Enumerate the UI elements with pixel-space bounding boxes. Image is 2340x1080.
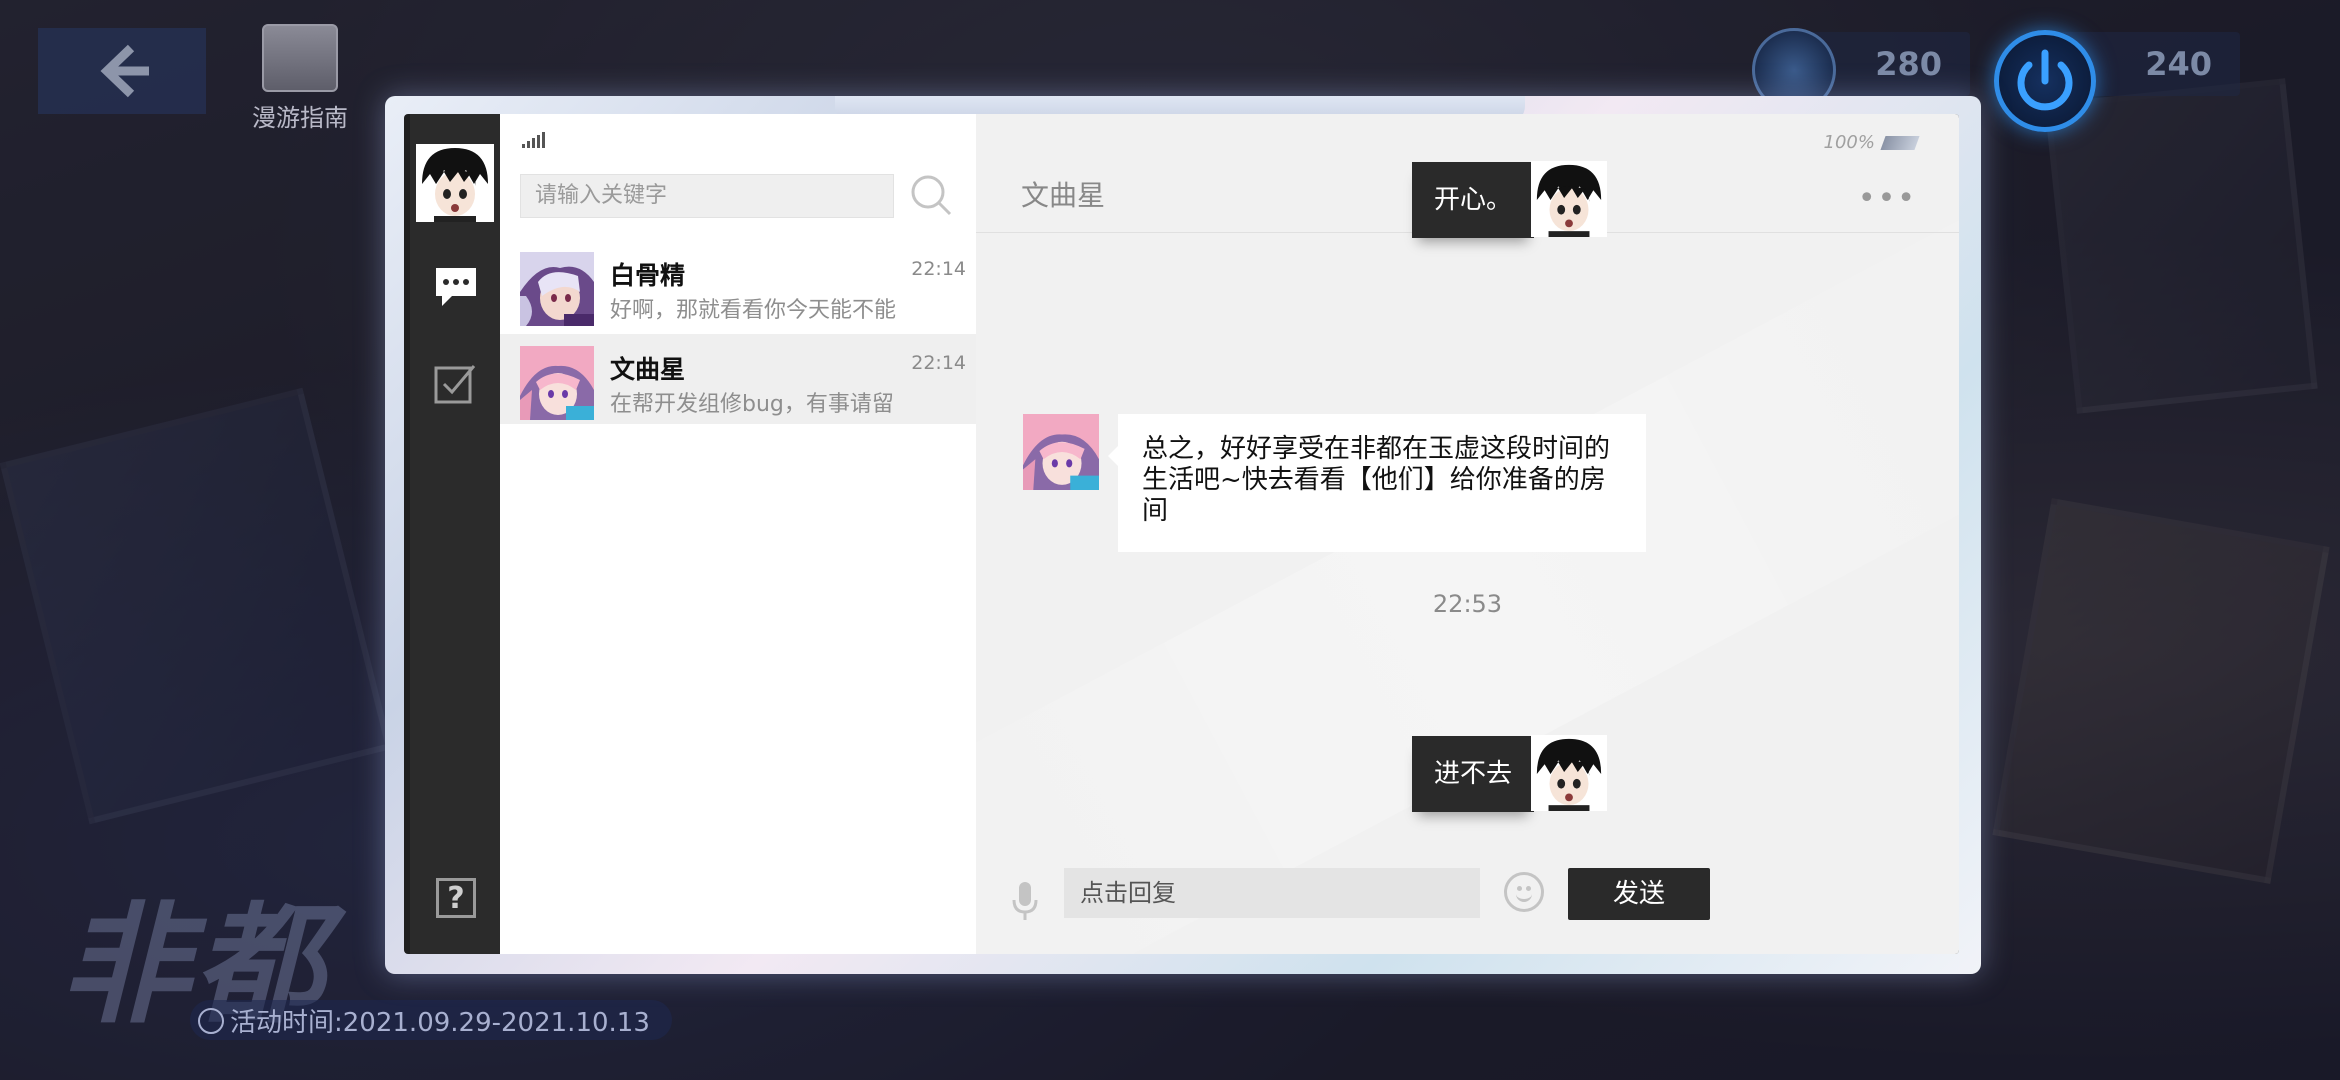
event-time: 活动时间:2021.09.29-2021.10.13 [190,1000,672,1040]
boy-portrait-icon [416,144,494,222]
battery-percent: 100% [1823,132,1875,153]
more-options-button[interactable]: ••• [1858,184,1917,214]
event-time-text: 活动时间:2021.09.29-2021.10.13 [230,1007,650,1038]
reply-bar: 点击回复 发送 [976,854,1959,934]
clock-icon [198,1008,224,1034]
contact-list-panel: 请输入关键字 白骨精 22:14 好啊，那就看看你今天能不能 文曲星 22:14… [500,114,976,954]
my-chat-avatar [1531,161,1607,237]
contact-time: 22:14 [911,258,966,280]
chat-title: 文曲星 [1021,179,1106,212]
message-bubble-incoming: 总之，好好享受在非都在玉虚这段时间的生活吧~快去看看【他们】给你准备的房间 [1108,414,1646,552]
contact-avatar [520,252,594,326]
contact-chat-avatar [1023,414,1099,490]
send-button[interactable]: 发送 [1568,868,1710,920]
chat-tab-icon[interactable] [434,264,478,312]
reply-input[interactable]: 点击回复 [1064,868,1480,918]
pink-hair-character-icon [1023,414,1099,490]
signal-icon [522,132,545,148]
question-icon: ? [447,880,465,916]
battery-icon [1880,135,1920,150]
side-rail: ? [410,114,500,954]
phone-screen: ? 请输入关键字 白骨精 22:14 好啊，那就看看你今天能不能 文曲星 22:… [404,114,1959,954]
power-button[interactable] [1994,30,2096,132]
voice-input-button[interactable] [1012,882,1038,926]
contact-preview: 在帮开发组修bug，有事请留 [610,392,894,417]
back-button[interactable] [38,28,206,114]
resource-1-value: 280 [1875,45,1942,83]
search-input[interactable]: 请输入关键字 [520,174,894,218]
screen-sheen [976,180,1959,954]
contact-item-selected[interactable]: 文曲星 22:14 在帮开发组修bug，有事请留 [500,334,976,424]
battery-status: 100% [1823,132,1920,153]
guide-label: 漫游指南 [252,104,348,132]
resource-2-value: 240 [2145,45,2212,83]
my-avatar[interactable] [416,144,494,222]
contact-preview: 好啊，那就看看你今天能不能 [610,298,897,323]
contact-name: 白骨精 [610,261,686,290]
power-icon [2017,49,2073,111]
emoji-smile-icon [1516,891,1532,902]
message-bubble-outgoing: 进不去 [1412,736,1545,812]
boy-portrait-icon [1531,161,1607,237]
message-bubble-outgoing: 开心。 [1412,162,1545,238]
microphone-icon [1012,882,1038,920]
message-timestamp: 22:53 [1432,590,1503,618]
pink-hair-character-icon [520,346,594,420]
back-arrow-icon [100,44,149,98]
guide-book-icon [262,24,338,92]
search-button[interactable] [908,172,954,222]
help-button[interactable]: ? [436,878,476,918]
boy-portrait-icon [1531,735,1607,811]
contact-time: 22:14 [911,352,966,374]
contact-avatar [520,346,594,420]
task-tab-icon[interactable] [434,362,478,410]
guide-button[interactable]: 漫游指南 [240,24,360,134]
contact-name: 文曲星 [610,355,686,384]
my-chat-avatar [1531,735,1607,811]
contact-item[interactable]: 白骨精 22:14 好啊，那就看看你今天能不能 [500,240,976,330]
white-hair-character-icon [520,252,594,326]
emoji-button[interactable] [1504,872,1544,912]
chat-panel: 100% 文曲星 ••• 开心。 总之，好好享受在非都在玉虚这段时间的生活吧~快… [976,114,1959,954]
search-icon [911,175,952,216]
